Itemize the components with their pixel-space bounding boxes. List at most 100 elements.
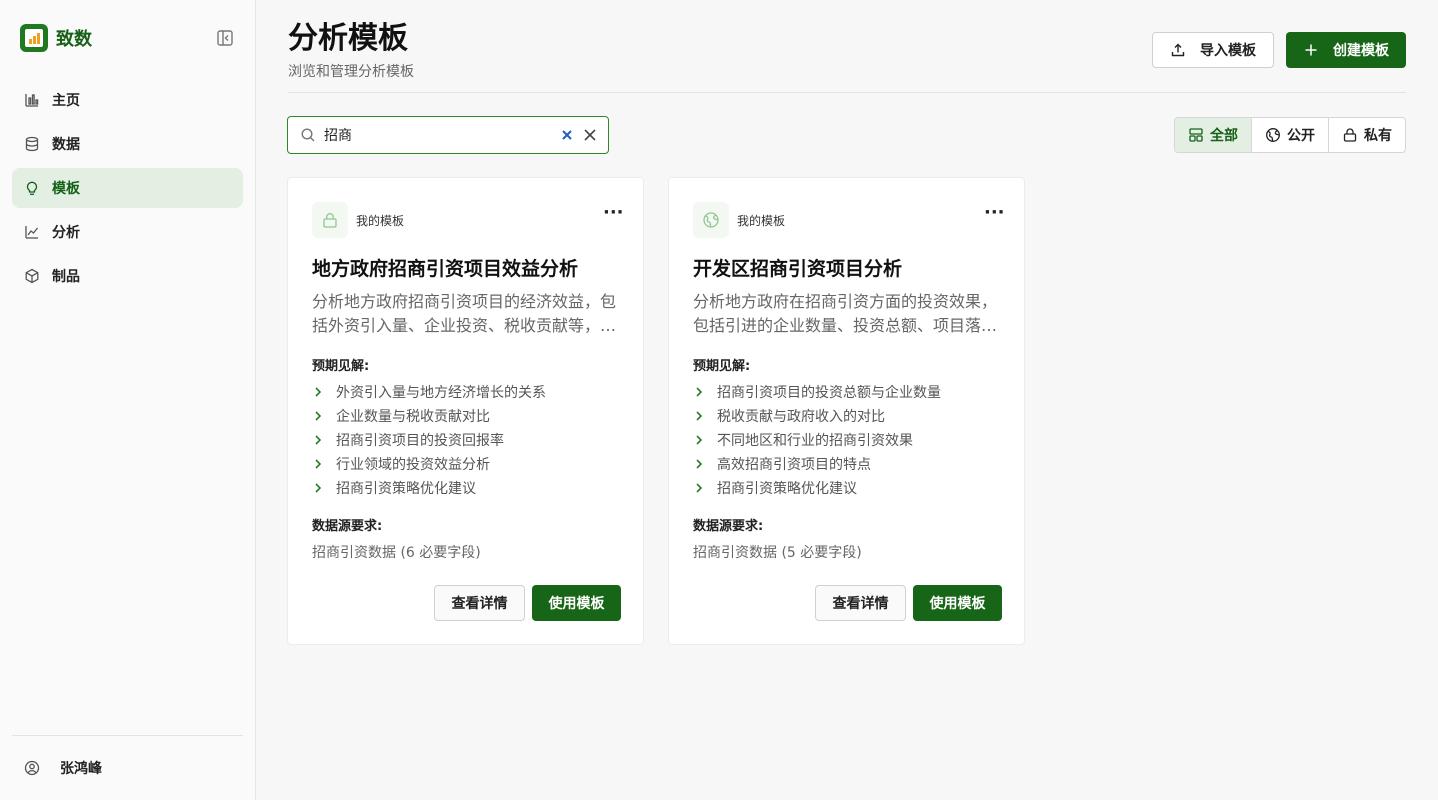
- list-item: 外资引入量与地方经济增长的关系: [312, 380, 546, 404]
- database-icon: [25, 136, 39, 152]
- view-details-button[interactable]: 查看详情: [434, 585, 525, 621]
- clear-search-icon[interactable]: [560, 128, 574, 142]
- user-circle-icon: [24, 760, 40, 776]
- data-source-requirement: 招商引资数据 (6 必要字段): [312, 545, 481, 561]
- insight-text: 外资引入量与地方经济增长的关系: [336, 385, 546, 401]
- upload-icon: [1171, 43, 1185, 57]
- data-source-requirement: 招商引资数据 (5 必要字段): [693, 545, 862, 561]
- chevron-right-icon: [315, 435, 322, 445]
- insight-text: 高效招商引资项目的特点: [717, 457, 871, 473]
- card-description: 分析地方政府招商引资项目的经济效益，包括外资引入量、企业投资、税收贡献等，评估招…: [312, 292, 617, 335]
- insight-text: 税收贡献与政府收入的对比: [717, 409, 885, 425]
- filter-private[interactable]: 私有: [1329, 118, 1405, 152]
- filter-all[interactable]: 全部: [1175, 118, 1252, 152]
- search-box[interactable]: [287, 116, 609, 154]
- globe-icon: [693, 202, 729, 238]
- insight-text: 招商引资策略优化建议: [336, 481, 476, 497]
- page-subtitle: 浏览和管理分析模板: [288, 64, 414, 80]
- line-chart-icon: [25, 226, 39, 239]
- chevron-right-icon: [315, 387, 322, 397]
- bar-chart-icon: [25, 94, 39, 107]
- use-template-button[interactable]: 使用模板: [913, 585, 1002, 621]
- template-card[interactable]: 我的模板 ··· 地方政府招商引资项目效益分析 分析地方政府招商引资项目的经济效…: [287, 177, 644, 645]
- insight-text: 行业领域的投资效益分析: [336, 457, 490, 473]
- source-heading: 数据源要求:: [312, 519, 383, 534]
- card-owner: 我的模板: [356, 213, 405, 228]
- grid-icon: [1189, 128, 1203, 142]
- list-item: 企业数量与税收贡献对比: [312, 404, 546, 428]
- card-title: 地方政府招商引资项目效益分析: [312, 258, 579, 280]
- insights-list: 外资引入量与地方经济增长的关系 企业数量与税收贡献对比 招商引资项目的投资回报率…: [312, 380, 546, 500]
- card-header: 我的模板: [693, 202, 785, 238]
- lock-icon: [1343, 128, 1357, 142]
- insight-text: 企业数量与税收贡献对比: [336, 409, 490, 425]
- import-template-button[interactable]: 导入模板: [1152, 32, 1274, 68]
- user-profile[interactable]: 张鸿峰: [12, 736, 243, 800]
- cube-icon: [25, 268, 39, 284]
- more-options-icon[interactable]: ···: [603, 204, 624, 226]
- sidebar-item-templates[interactable]: 模板: [12, 168, 243, 208]
- chevron-right-icon: [696, 435, 703, 445]
- insight-text: 招商引资项目的投资总额与企业数量: [717, 385, 941, 401]
- filter-private-label: 私有: [1364, 128, 1392, 144]
- template-card[interactable]: 我的模板 ··· 开发区招商引资项目分析 分析地方政府在招商引资方面的投资效果，…: [668, 177, 1025, 645]
- app-logo-icon: [20, 24, 48, 52]
- visibility-filter: 全部 公开 私有: [1174, 117, 1406, 153]
- search-icon: [301, 128, 315, 142]
- chevron-right-icon: [696, 387, 703, 397]
- filter-public[interactable]: 公开: [1252, 118, 1329, 152]
- chevron-right-icon: [315, 411, 322, 421]
- sidebar-nav: 主页 数据 模板 分析 制品: [12, 80, 243, 300]
- header-divider: [288, 92, 1406, 93]
- sidebar-item-data[interactable]: 数据: [12, 124, 243, 164]
- sidebar-item-artifacts[interactable]: 制品: [12, 256, 243, 296]
- card-title: 开发区招商引资项目分析: [693, 258, 903, 280]
- sidebar-footer: 张鸿峰: [12, 735, 243, 800]
- list-item: 招商引资策略优化建议: [312, 476, 546, 500]
- list-item: 招商引资策略优化建议: [693, 476, 941, 500]
- insight-text: 招商引资策略优化建议: [717, 481, 857, 497]
- list-item: 招商引资项目的投资总额与企业数量: [693, 380, 941, 404]
- globe-icon: [1266, 128, 1280, 142]
- list-item: 高效招商引资项目的特点: [693, 452, 941, 476]
- insights-heading: 预期见解:: [693, 359, 751, 374]
- sidebar: 致数 主页 数据 模板 分析 制品 张鸿峰: [0, 0, 256, 800]
- list-item: 不同地区和行业的招商引资效果: [693, 428, 941, 452]
- list-item: 行业领域的投资效益分析: [312, 452, 546, 476]
- card-owner: 我的模板: [737, 213, 786, 228]
- app-name: 致数: [56, 29, 92, 50]
- view-details-button[interactable]: 查看详情: [815, 585, 906, 621]
- chevron-right-icon: [696, 411, 703, 421]
- sidebar-item-label: 模板: [52, 181, 80, 197]
- filter-public-label: 公开: [1287, 128, 1315, 144]
- brand[interactable]: 致数: [20, 24, 92, 52]
- list-item: 招商引资项目的投资回报率: [312, 428, 546, 452]
- card-description: 分析地方政府在招商引资方面的投资效果，包括引进的企业数量、投资总额、项目落地情况…: [693, 292, 998, 335]
- list-item: 税收贡献与政府收入的对比: [693, 404, 941, 428]
- sidebar-item-label: 制品: [52, 269, 80, 285]
- sidebar-item-analysis[interactable]: 分析: [12, 212, 243, 252]
- sidebar-item-label: 分析: [52, 225, 80, 241]
- import-template-label: 导入模板: [1200, 43, 1256, 59]
- sidebar-item-label: 数据: [52, 137, 80, 153]
- sidebar-item-label: 主页: [52, 93, 80, 109]
- insights-heading: 预期见解:: [312, 359, 370, 374]
- insights-list: 招商引资项目的投资总额与企业数量 税收贡献与政府收入的对比 不同地区和行业的招商…: [693, 380, 941, 500]
- search-input[interactable]: [324, 127, 544, 143]
- user-name: 张鸿峰: [60, 761, 102, 777]
- chevron-right-icon: [696, 483, 703, 493]
- chevron-right-icon: [315, 459, 322, 469]
- sidebar-collapse-icon[interactable]: [216, 29, 234, 47]
- lock-icon: [312, 202, 348, 238]
- plus-icon: [1305, 44, 1317, 56]
- insight-text: 不同地区和行业的招商引资效果: [717, 433, 913, 449]
- more-options-icon[interactable]: ···: [984, 204, 1005, 226]
- page-title: 分析模板: [288, 21, 408, 56]
- card-header: 我的模板: [312, 202, 404, 238]
- create-template-button[interactable]: 创建模板: [1286, 32, 1406, 68]
- filter-all-label: 全部: [1210, 128, 1238, 144]
- sidebar-item-home[interactable]: 主页: [12, 80, 243, 120]
- close-search-icon[interactable]: [583, 128, 597, 142]
- source-heading: 数据源要求:: [693, 519, 764, 534]
- use-template-button[interactable]: 使用模板: [532, 585, 621, 621]
